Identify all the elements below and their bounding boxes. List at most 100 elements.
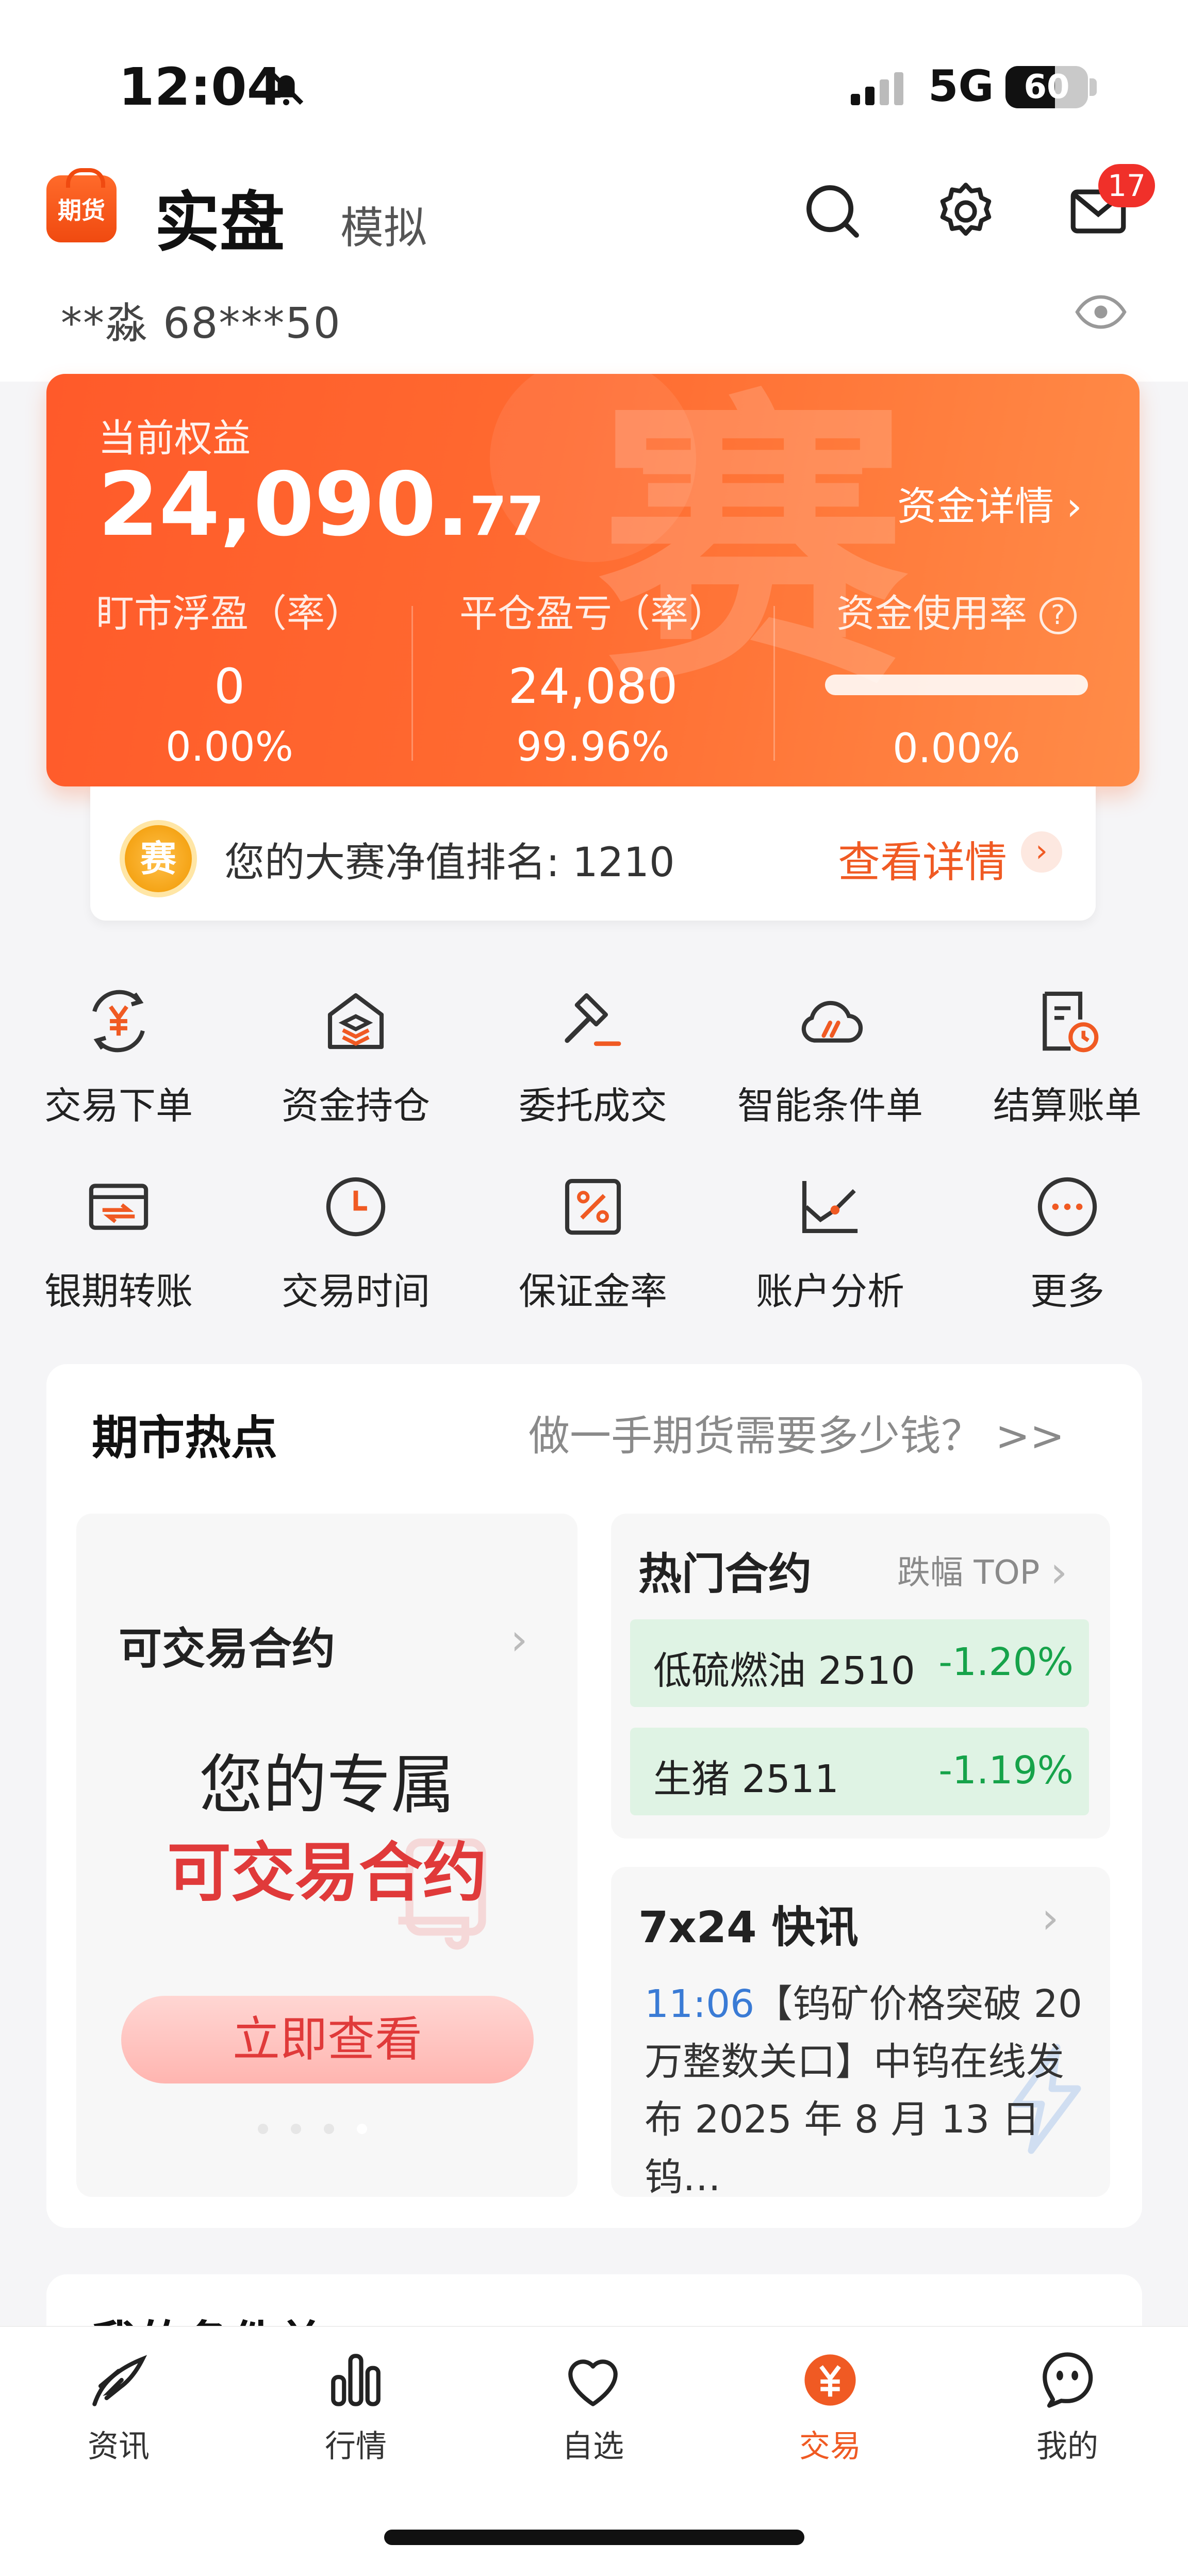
- stat-value: 0: [214, 659, 245, 715]
- market-hot-title: 期市热点: [92, 1411, 277, 1465]
- stat-pct: 0.00%: [893, 726, 1020, 772]
- view-now-button[interactable]: 立即查看: [121, 1996, 534, 2083]
- news-title: 7x24 快讯: [638, 1902, 859, 1952]
- divider: [773, 606, 775, 761]
- search-icon[interactable]: [799, 178, 866, 245]
- tab-sim[interactable]: 模拟: [340, 193, 427, 256]
- signal-icon: [851, 72, 909, 105]
- divider: [411, 606, 413, 761]
- stat-title: 盯市浮盈（率）: [96, 592, 363, 636]
- nav-label: 我的: [1036, 2429, 1098, 2465]
- nav-label: 行情: [325, 2429, 387, 2465]
- mail-badge: 17: [1098, 164, 1155, 207]
- hot-contract-row[interactable]: 生猪 2511 -1.19%: [630, 1728, 1089, 1815]
- heart-icon: [568, 2359, 618, 2406]
- stat-title: 平仓盈亏（率）: [459, 592, 727, 636]
- menu-account-analysis[interactable]: 账户分析: [712, 1168, 949, 1315]
- bill-clock-icon: [1043, 991, 1099, 1053]
- how-much-link[interactable]: 做一手期货需要多少钱？ >>: [529, 1403, 1065, 1463]
- contract-change: -1.19%: [938, 1748, 1074, 1793]
- exclusive-text: 您的专属: [199, 1748, 455, 1823]
- nav-news[interactable]: 资讯: [0, 2344, 237, 2466]
- face-icon: [1043, 2352, 1093, 2408]
- help-icon[interactable]: ?: [1039, 597, 1077, 635]
- tab-real[interactable]: 实盘: [155, 170, 285, 264]
- view-details-link[interactable]: 查看详情: [838, 828, 1007, 889]
- yuan-coin-icon: [804, 2354, 856, 2406]
- nav-market[interactable]: 行情: [237, 2344, 474, 2466]
- bar-chart-icon: [331, 2354, 381, 2406]
- equity-value: 24,090.77: [98, 454, 544, 556]
- feather-icon: [92, 2355, 147, 2406]
- equity-value-decimal: 77: [469, 485, 544, 548]
- contest-coin-icon: 赛: [120, 820, 197, 897]
- menu-label: 交易下单: [44, 1084, 193, 1127]
- nav-me[interactable]: 我的: [949, 2344, 1186, 2466]
- menu-orders-fills[interactable]: 委托成交: [474, 982, 712, 1129]
- fund-usage-bar: [825, 675, 1088, 695]
- nav-label: 资讯: [88, 2429, 150, 2465]
- nav-trade[interactable]: 交易: [712, 2344, 949, 2466]
- menu-trade-order[interactable]: 交易下单: [0, 982, 237, 1129]
- stat-pct: 99.96%: [516, 724, 670, 770]
- chevron-right-icon[interactable]: ›: [510, 1614, 528, 1665]
- menu-label: 账户分析: [755, 1270, 904, 1313]
- stat-closed-pnl: 平仓盈亏（率） 24,080 99.96%: [428, 583, 758, 770]
- tradable-contract-title: 可交易合约: [119, 1623, 336, 1674]
- chevron-right-icon[interactable]: ›: [1021, 831, 1062, 873]
- stat-value: 24,080: [508, 659, 678, 715]
- menu-label: 结算账单: [993, 1084, 1142, 1127]
- clock-icon: [326, 1177, 386, 1237]
- yuan-exchange-icon: [92, 990, 145, 1053]
- eye-icon[interactable]: [1075, 294, 1127, 330]
- menu-label: 更多: [1030, 1270, 1104, 1313]
- battery-icon: 60: [1005, 66, 1088, 108]
- gear-icon[interactable]: [932, 178, 999, 245]
- stat-floating-pnl: 盯市浮盈（率） 0 0.00%: [64, 583, 394, 770]
- stat-pct: 0.00%: [166, 724, 293, 770]
- menu-label: 委托成交: [518, 1084, 667, 1127]
- battery-level: 60: [1024, 68, 1070, 106]
- menu-smart-condition[interactable]: 智能条件单: [712, 982, 949, 1129]
- battery-cap: [1090, 78, 1097, 96]
- menu-label: 智能条件单: [737, 1084, 923, 1127]
- nav-label: 交易: [799, 2429, 861, 2465]
- nav-label: 自选: [562, 2429, 624, 2465]
- fund-detail-link[interactable]: 资金详情 ›: [897, 474, 1082, 531]
- chevron-right-icon[interactable]: ›: [1042, 1893, 1059, 1943]
- menu-margin-rate[interactable]: 保证金率: [474, 1168, 712, 1315]
- house-stack-icon: [327, 993, 384, 1049]
- menu-label: 资金持仓: [281, 1084, 430, 1127]
- equity-value-main: 24,090.: [98, 454, 470, 556]
- contract-change: -1.20%: [938, 1640, 1074, 1684]
- status-time: 12:04: [119, 57, 283, 117]
- gavel-icon: [565, 993, 621, 1046]
- nav-watchlist[interactable]: 自选: [474, 2344, 712, 2466]
- carousel-dots: [258, 2124, 390, 2136]
- mute-bell-icon: [269, 70, 304, 106]
- cloud-icon: [801, 1000, 863, 1043]
- menu-more[interactable]: 更多: [949, 1168, 1186, 1315]
- percent-icon: [565, 1178, 621, 1235]
- hot-contracts-subtitle[interactable]: 跌幅 TOP ›: [897, 1546, 1067, 1597]
- menu-bank-transfer[interactable]: 银期转账: [0, 1168, 237, 1315]
- news-time: 11:06: [645, 1982, 755, 2026]
- account-number: **淼 68***50: [61, 299, 341, 348]
- hot-contract-row[interactable]: 低硫燃油 2510 -1.20%: [630, 1619, 1089, 1707]
- card-transfer-icon: [89, 1184, 148, 1230]
- menu-label: 交易时间: [281, 1270, 430, 1313]
- ranking-text: 您的大赛净值排名: 1210: [224, 840, 675, 886]
- stat-title: 资金使用率: [836, 592, 1028, 636]
- news-body: 11:06【钨矿价格突破 20 万整数关口】中钨在线发布 2025 年 8 月 …: [645, 1975, 1083, 2206]
- contract-name: 低硫燃油 2510: [653, 1649, 915, 1693]
- home-indicator[interactable]: [384, 2530, 804, 2545]
- line-chart-icon: [802, 1181, 858, 1233]
- logo-text: 期货: [58, 196, 105, 224]
- menu-label: 银期转账: [44, 1270, 193, 1313]
- menu-trading-hours[interactable]: 交易时间: [237, 1168, 474, 1315]
- more-icon: [1037, 1177, 1097, 1237]
- menu-funds-positions[interactable]: 资金持仓: [237, 982, 474, 1129]
- network-type: 5G: [928, 61, 994, 111]
- contract-name: 生猪 2511: [653, 1757, 839, 1801]
- menu-settlement-bill[interactable]: 结算账单: [949, 982, 1186, 1129]
